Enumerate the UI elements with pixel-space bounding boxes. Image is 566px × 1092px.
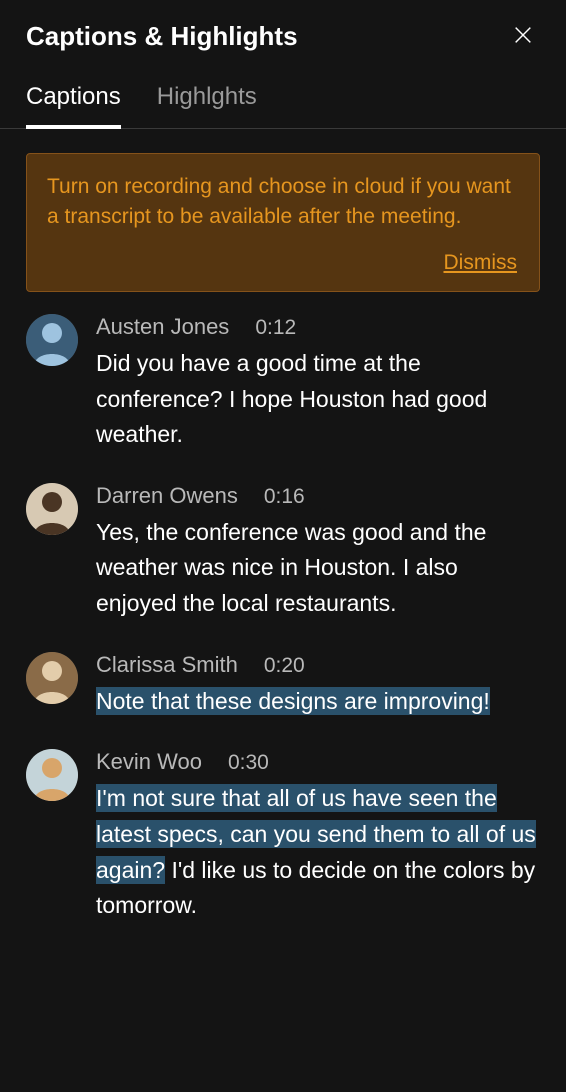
caption-text-pre: Yes, the conference was good and the wea…: [96, 519, 486, 616]
caption-row: Clarissa Smith 0:20 Note that these desi…: [26, 652, 540, 720]
caption-text-highlight: Note that these designs are improving!: [96, 687, 490, 715]
speaker-name: Kevin Woo: [96, 749, 202, 775]
caption-body: Darren Owens 0:16 Yes, the conference wa…: [96, 483, 540, 622]
avatar: [26, 749, 78, 801]
captions-panel: Captions & Highlights Captions Highlghts…: [0, 0, 566, 1092]
caption-text[interactable]: Did you have a good time at the conferen…: [96, 346, 540, 453]
close-icon: [512, 24, 534, 49]
dismiss-button[interactable]: Dismiss: [442, 249, 520, 277]
banner-message: Turn on recording and choose in cloud if…: [47, 172, 519, 233]
panel-header: Captions & Highlights: [0, 0, 566, 63]
tab-highlights[interactable]: Highlghts: [157, 83, 257, 129]
banner-actions: Dismiss: [47, 249, 519, 277]
caption-timestamp: 0:30: [228, 751, 269, 775]
captions-content: Turn on recording and choose in cloud if…: [0, 129, 566, 1092]
captions-list: Austen Jones 0:12 Did you have a good ti…: [26, 314, 540, 924]
caption-row: Darren Owens 0:16 Yes, the conference wa…: [26, 483, 540, 622]
speaker-name: Clarissa Smith: [96, 652, 238, 678]
avatar: [26, 314, 78, 366]
tab-bar: Captions Highlghts: [0, 63, 566, 129]
caption-row: Austen Jones 0:12 Did you have a good ti…: [26, 314, 540, 453]
caption-row: Kevin Woo 0:30 I'm not sure that all of …: [26, 749, 540, 924]
caption-meta: Clarissa Smith 0:20: [96, 652, 540, 678]
caption-timestamp: 0:12: [255, 316, 296, 340]
caption-text[interactable]: I'm not sure that all of us have seen th…: [96, 781, 540, 924]
caption-body: Austen Jones 0:12 Did you have a good ti…: [96, 314, 540, 453]
speaker-name: Darren Owens: [96, 483, 238, 509]
caption-text[interactable]: Yes, the conference was good and the wea…: [96, 515, 540, 622]
panel-title: Captions & Highlights: [26, 21, 298, 52]
avatar: [26, 483, 78, 535]
caption-body: Clarissa Smith 0:20 Note that these desi…: [96, 652, 540, 720]
caption-body: Kevin Woo 0:30 I'm not sure that all of …: [96, 749, 540, 924]
caption-text[interactable]: Note that these designs are improving!: [96, 684, 540, 720]
avatar: [26, 652, 78, 704]
caption-timestamp: 0:20: [264, 654, 305, 678]
caption-timestamp: 0:16: [264, 485, 305, 509]
caption-meta: Darren Owens 0:16: [96, 483, 540, 509]
speaker-name: Austen Jones: [96, 314, 229, 340]
tab-captions[interactable]: Captions: [26, 83, 121, 129]
recording-banner: Turn on recording and choose in cloud if…: [26, 153, 540, 292]
caption-meta: Kevin Woo 0:30: [96, 749, 540, 775]
caption-meta: Austen Jones 0:12: [96, 314, 540, 340]
close-button[interactable]: [506, 18, 540, 55]
caption-text-pre: Did you have a good time at the conferen…: [96, 350, 487, 447]
